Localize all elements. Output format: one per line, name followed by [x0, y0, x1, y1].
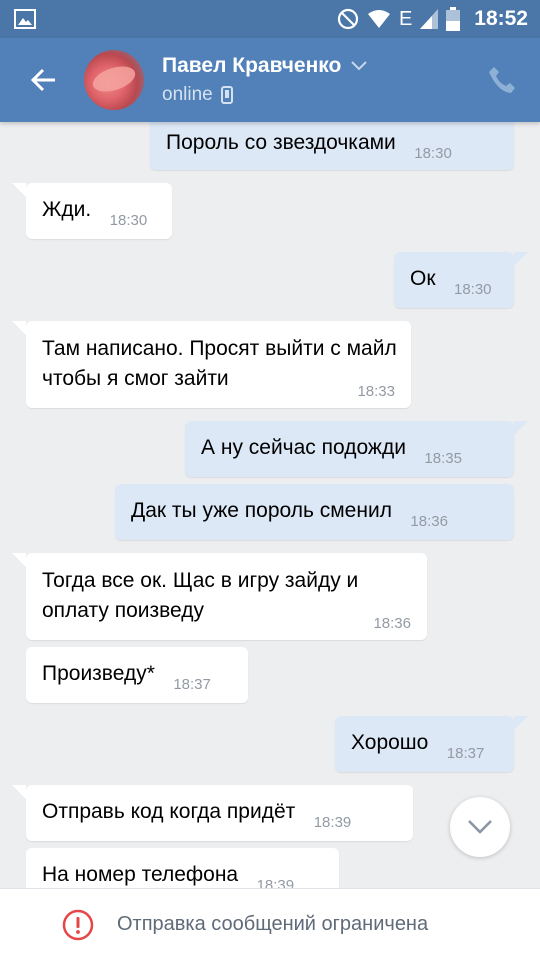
- message-time: 18:39: [256, 877, 295, 888]
- message-incoming[interactable]: Тогда все ок. Щас в игру зайду и оплату …: [12, 553, 427, 640]
- battery-icon: [446, 7, 461, 31]
- message-text: Там написано. Просят выйти с майл чтобы …: [42, 337, 397, 390]
- message-time: 18:39: [313, 814, 352, 831]
- phone-icon[interactable]: [486, 64, 518, 96]
- message-text: Пороль со звездочками: [166, 131, 396, 154]
- chevron-down-icon: [351, 61, 368, 71]
- scroll-down-button[interactable]: [450, 797, 510, 857]
- message-time: 18:35: [424, 450, 462, 467]
- message-time: 18:30: [453, 281, 492, 298]
- message-text: Тогда все ок. Щас в игру зайду и оплату …: [42, 569, 359, 622]
- chevron-down-icon: [468, 820, 492, 834]
- message-text: На номер телефона: [42, 863, 239, 886]
- message-time: 18:36: [410, 513, 448, 530]
- avatar[interactable]: [84, 50, 144, 110]
- back-arrow-icon: [30, 68, 55, 92]
- status-bar: E 18:52: [0, 0, 540, 38]
- message-incoming[interactable]: Там написано. Просят выйти с майл чтобы …: [12, 321, 411, 408]
- contact-name-label: Павел Кравченко: [162, 54, 342, 77]
- message-incoming[interactable]: На номер телефона 18:39: [26, 848, 339, 888]
- message-text: Отправь код когда придёт: [42, 800, 296, 823]
- mobile-icon: [220, 86, 233, 104]
- message-list[interactable]: Пороль со звездочками 18:30 Жди. 18:30 О…: [0, 122, 540, 888]
- contact-name[interactable]: Павел Кравченко: [162, 54, 368, 78]
- chat-header: Павел Кравченко online: [0, 38, 540, 122]
- message-text: Хорошо: [351, 731, 429, 754]
- message-time: 18:37: [446, 745, 485, 762]
- message-outgoing[interactable]: Дак ты уже пороль сменил 18:36: [115, 484, 514, 540]
- message-time: 18:30: [109, 212, 148, 229]
- message-incoming[interactable]: Жди. 18:30: [12, 183, 172, 239]
- message-text: Дак ты уже пороль сменил: [131, 499, 392, 522]
- message-time: 18:30: [414, 145, 452, 162]
- image-icon: [14, 9, 36, 29]
- message-text: Жди.: [42, 198, 92, 221]
- contact-status: online: [162, 84, 233, 106]
- online-status: online: [162, 84, 213, 105]
- message-outgoing[interactable]: Ок 18:30: [394, 252, 528, 308]
- restriction-text: Отправка сообщений ограничена: [117, 913, 429, 935]
- message-incoming[interactable]: Отправь код когда придёт 18:39: [12, 785, 413, 841]
- dnd-icon: [337, 8, 359, 30]
- message-text: А ну сейчас подожди: [201, 436, 406, 459]
- message-text: Ок: [410, 267, 436, 290]
- message-outgoing[interactable]: Хорошо 18:37: [335, 716, 528, 772]
- message-time: 18:37: [173, 676, 211, 693]
- restriction-banner: Отправка сообщений ограничена: [0, 888, 540, 960]
- network-type: E: [398, 7, 413, 30]
- message-outgoing[interactable]: Пороль со звездочками 18:30: [150, 122, 514, 170]
- back-button[interactable]: [22, 58, 66, 102]
- message-time: 18:36: [373, 615, 411, 632]
- message-text: Произведу*: [42, 662, 155, 685]
- status-time: 18:52: [474, 7, 528, 30]
- message-time: 18:33: [357, 383, 395, 400]
- wifi-icon: [367, 10, 390, 28]
- signal-icon: [420, 9, 439, 29]
- message-incoming[interactable]: Произведу* 18:37: [26, 647, 248, 703]
- message-outgoing[interactable]: А ну сейчас подожди 18:35: [185, 421, 528, 477]
- warning-circle-icon: [62, 909, 94, 941]
